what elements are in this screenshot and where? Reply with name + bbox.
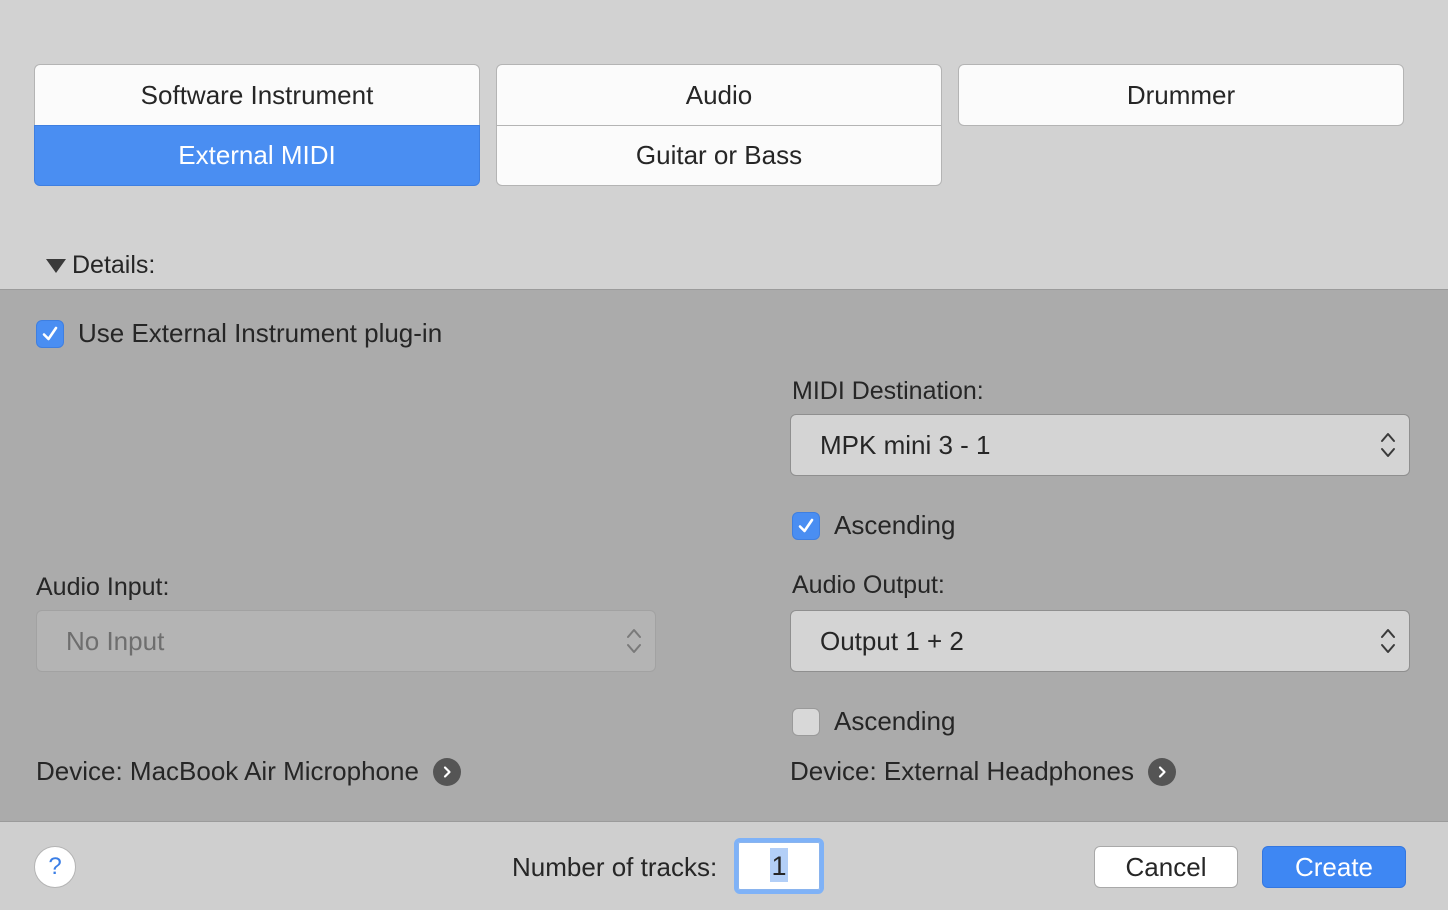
create-button[interactable]: Create: [1262, 846, 1406, 888]
drummer-button[interactable]: Drummer: [958, 64, 1404, 126]
output-ascending-checkbox[interactable]: [792, 707, 820, 736]
software-instrument-button[interactable]: Software Instrument: [34, 64, 480, 126]
number-of-tracks-value: 1: [771, 850, 787, 881]
midi-destination-popup[interactable]: MPK mini 3 - 1: [790, 414, 1410, 476]
audio-output-label: Audio Output:: [792, 571, 945, 599]
audio-output-popup[interactable]: Output 1 + 2: [790, 610, 1410, 672]
audio-input-value: No Input: [66, 625, 165, 656]
midi-destination-label: MIDI Destination:: [792, 377, 984, 405]
midi-ascending-row[interactable]: Ascending: [792, 510, 955, 541]
output-ascending-label: Ascending: [834, 706, 956, 736]
output-device-label: Device: External Headphones: [790, 756, 1134, 786]
details-pane: [0, 289, 1448, 822]
track-type-pane: Software Instrument External MIDI Audio …: [0, 0, 1448, 289]
audio-input-label: Audio Input:: [36, 573, 170, 601]
number-of-tracks-label: Number of tracks:: [512, 852, 718, 882]
use-external-plugin-checkbox[interactable]: [36, 319, 64, 348]
cancel-button[interactable]: Cancel: [1094, 846, 1238, 888]
disclosure-triangle-icon: [46, 259, 66, 273]
checkmark-icon: [42, 326, 58, 340]
audio-button[interactable]: Audio: [496, 64, 942, 126]
up-down-chevron-icon: [1379, 430, 1397, 460]
up-down-chevron-icon: [625, 626, 643, 656]
use-external-plugin-row[interactable]: Use External Instrument plug-in: [36, 318, 442, 349]
guitar-or-bass-button[interactable]: Guitar or Bass: [496, 125, 942, 186]
arrow-right-circle-icon[interactable]: [1147, 757, 1176, 786]
midi-ascending-checkbox[interactable]: [792, 511, 820, 540]
midi-ascending-label: Ascending: [834, 510, 956, 540]
up-down-chevron-icon: [1379, 626, 1397, 656]
arrow-right-circle-icon[interactable]: [432, 757, 461, 786]
details-disclosure[interactable]: Details:: [46, 250, 155, 280]
help-button[interactable]: ?: [34, 846, 76, 888]
use-external-plugin-label: Use External Instrument plug-in: [78, 318, 443, 348]
output-device-row: Device: External Headphones: [790, 756, 1176, 787]
audio-output-value: Output 1 + 2: [820, 625, 964, 656]
external-midi-button[interactable]: External MIDI: [34, 125, 480, 186]
input-device-row: Device: MacBook Air Microphone: [36, 756, 461, 787]
output-ascending-row[interactable]: Ascending: [792, 706, 955, 737]
input-device-label: Device: MacBook Air Microphone: [36, 756, 419, 786]
audio-input-popup: No Input: [36, 610, 656, 672]
midi-destination-value: MPK mini 3 - 1: [820, 429, 991, 460]
details-label: Details:: [72, 250, 156, 279]
checkmark-icon: [798, 518, 814, 532]
